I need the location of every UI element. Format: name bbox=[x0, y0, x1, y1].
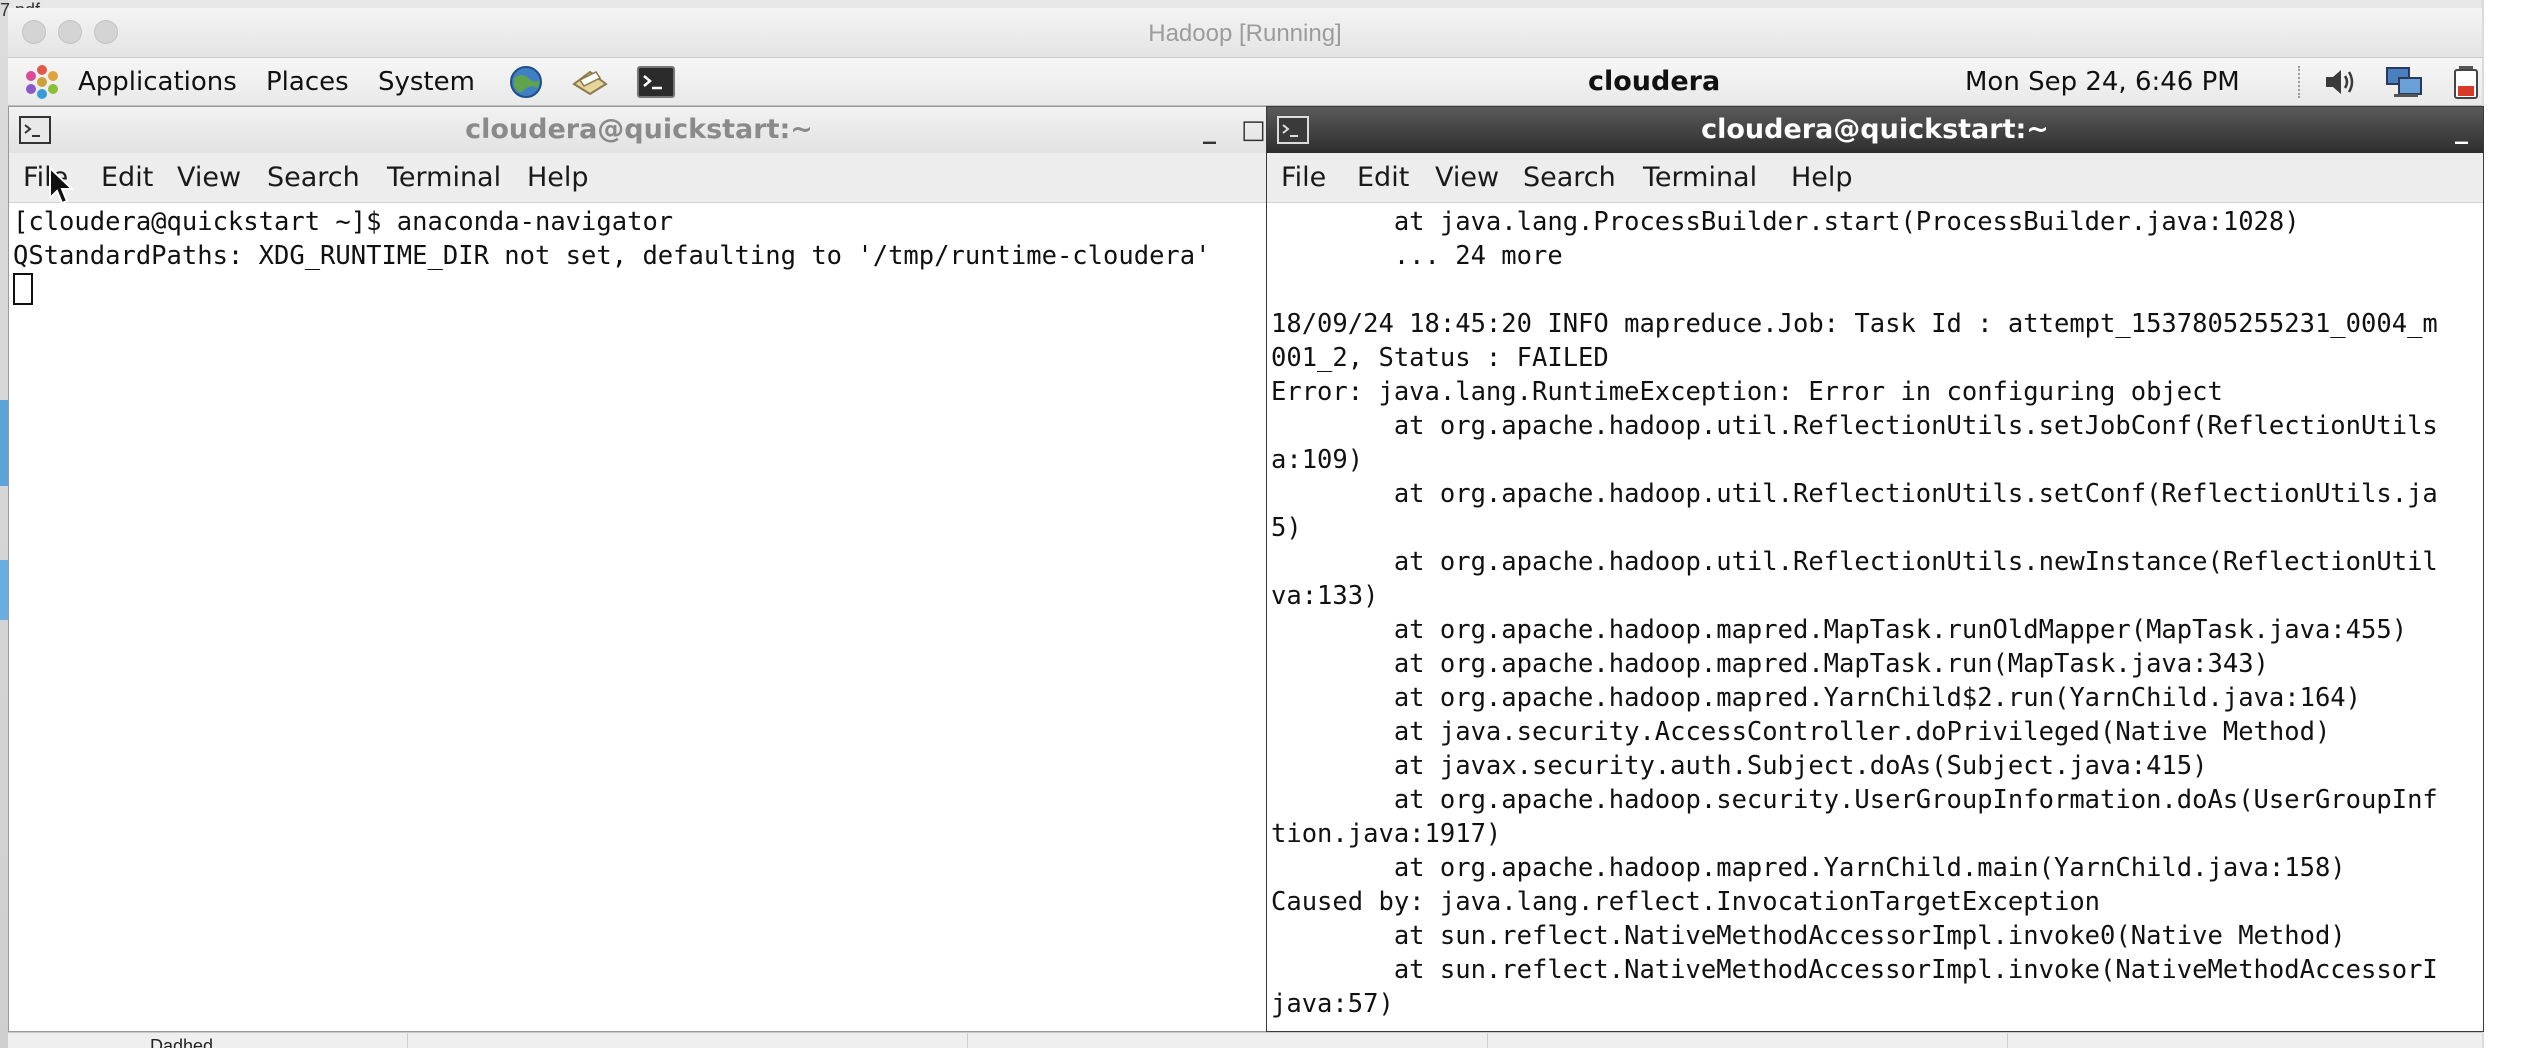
terminal-menubar: File Edit View Search Terminal Help bbox=[1267, 153, 2483, 203]
terminal-line: at javax.security.auth.Subject.doAs(Subj… bbox=[1271, 751, 2208, 781]
terminal-line: at java.security.AccessController.doPriv… bbox=[1271, 717, 2331, 747]
terminal-title: cloudera@quickstart:~ bbox=[465, 114, 813, 145]
panel-hostname: cloudera bbox=[1588, 66, 1721, 97]
host-desktop-edge bbox=[0, 0, 8, 1048]
terminal-line: at sun.reflect.NativeMethodAccessorImpl.… bbox=[1271, 955, 2438, 985]
terminal-line: tion.java:1917) bbox=[1271, 819, 1502, 849]
terminal-line: Error: java.lang.RuntimeException: Error… bbox=[1271, 377, 2223, 407]
host-bottom-label: Dadhed.. bbox=[150, 1036, 224, 1048]
terminal-line: java:57) bbox=[1271, 989, 1394, 1019]
terminal-line: QStandardPaths: XDG_RUNTIME_DIR not set,… bbox=[13, 241, 1211, 271]
panel-clock[interactable]: Mon Sep 24, 6:46 PM bbox=[1965, 58, 2240, 106]
terminal-line: at sun.reflect.NativeMethodAccessorImpl.… bbox=[1271, 921, 2346, 951]
terminal-titlebar[interactable]: cloudera@quickstart:~ _ □ bbox=[9, 107, 1269, 153]
terminal-menubar: File Edit View Search Terminal Help bbox=[9, 153, 1269, 203]
terminal-line: at org.apache.hadoop.security.UserGroupI… bbox=[1271, 785, 2438, 815]
volume-icon[interactable] bbox=[2320, 64, 2360, 100]
host-bottom-segment bbox=[408, 1033, 968, 1048]
terminal-output[interactable]: at java.lang.ProcessBuilder.start(Proces… bbox=[1267, 203, 2483, 1031]
terminal-line: 5) bbox=[1271, 513, 1302, 543]
panel-menu-applications[interactable]: Applications bbox=[78, 58, 237, 106]
terminal-line: ... 24 more bbox=[1271, 241, 1563, 271]
host-desktop-item bbox=[0, 560, 8, 620]
terminal-line: va:133) bbox=[1271, 581, 1379, 611]
network-icon[interactable] bbox=[2384, 64, 2424, 100]
host-desktop-background bbox=[2484, 0, 2534, 1048]
menu-search[interactable]: Search bbox=[267, 153, 360, 203]
menu-terminal[interactable]: Terminal bbox=[1643, 153, 1757, 203]
menu-file[interactable]: File bbox=[1281, 153, 1326, 203]
terminal-line: [cloudera@quickstart ~]$ anaconda-naviga… bbox=[13, 207, 674, 237]
terminal-titlebar[interactable]: cloudera@quickstart:~ _ bbox=[1267, 107, 2483, 153]
menu-terminal[interactable]: Terminal bbox=[387, 153, 501, 203]
web-browser-icon[interactable] bbox=[506, 64, 546, 100]
window-minimize-button[interactable]: _ bbox=[2455, 115, 2468, 145]
host-bottom-segment bbox=[1488, 1033, 2008, 1048]
terminal-line: at org.apache.hadoop.mapred.YarnChild$2.… bbox=[1271, 683, 2362, 713]
host-desktop-item bbox=[0, 400, 8, 486]
menu-view[interactable]: View bbox=[1435, 153, 1499, 203]
terminal-line: at org.apache.hadoop.util.ReflectionUtil… bbox=[1271, 547, 2438, 577]
menu-help[interactable]: Help bbox=[527, 153, 589, 203]
window-maximize-button[interactable]: □ bbox=[1241, 115, 1266, 145]
terminal-window-left[interactable]: cloudera@quickstart:~ _ □ File Edit View… bbox=[8, 106, 1270, 1032]
terminal-line: at org.apache.hadoop.mapred.YarnChild.ma… bbox=[1271, 853, 2346, 883]
terminal-window-right[interactable]: cloudera@quickstart:~ _ File Edit View S… bbox=[1266, 106, 2484, 1032]
mouse-pointer-icon bbox=[49, 166, 75, 205]
text-cursor bbox=[13, 273, 33, 305]
terminal-title: cloudera@quickstart:~ bbox=[1701, 114, 2049, 145]
terminal-output[interactable]: [cloudera@quickstart ~]$ anaconda-naviga… bbox=[9, 203, 1269, 1031]
terminal-line: at org.apache.hadoop.util.ReflectionUtil… bbox=[1271, 411, 2438, 441]
terminal-line: Caused by: java.lang.reflect.InvocationT… bbox=[1271, 887, 2101, 917]
host-bottom-segment bbox=[968, 1033, 1488, 1048]
gnome-top-panel: Applications Places System cloudera Mon … bbox=[8, 58, 2482, 106]
panel-menu-system[interactable]: System bbox=[378, 58, 475, 106]
terminal-line: at java.lang.ProcessBuilder.start(Proces… bbox=[1271, 207, 2300, 237]
apps-logo-icon[interactable] bbox=[22, 64, 62, 100]
terminal-line: 001_2, Status : FAILED bbox=[1271, 343, 1609, 373]
menu-search[interactable]: Search bbox=[1523, 153, 1616, 203]
menu-edit[interactable]: Edit bbox=[101, 153, 153, 203]
menu-view[interactable]: View bbox=[177, 153, 241, 203]
vm-window-title: Hadoop [Running] bbox=[1148, 20, 1342, 47]
host-window-bottom bbox=[8, 1032, 2482, 1048]
mail-icon[interactable] bbox=[570, 64, 610, 100]
terminal-line: a:109) bbox=[1271, 445, 1364, 475]
terminal-prompt-line[interactable] bbox=[13, 273, 1269, 308]
terminal-launcher-icon[interactable] bbox=[636, 64, 676, 100]
menu-edit[interactable]: Edit bbox=[1357, 153, 1409, 203]
terminal-line: at org.apache.hadoop.mapred.MapTask.run(… bbox=[1271, 649, 2269, 679]
vm-window-titlebar[interactable]: Hadoop [Running] bbox=[8, 8, 2482, 58]
panel-menu-places[interactable]: Places bbox=[266, 58, 349, 106]
host-desktop-strip bbox=[0, 0, 2534, 8]
menu-help[interactable]: Help bbox=[1791, 153, 1853, 203]
terminal-line: 18/09/24 18:45:20 INFO mapreduce.Job: Ta… bbox=[1271, 309, 2438, 339]
battery-icon[interactable] bbox=[2446, 64, 2486, 100]
terminal-line: at org.apache.hadoop.mapred.MapTask.runO… bbox=[1271, 615, 2408, 645]
terminal-line: at org.apache.hadoop.util.ReflectionUtil… bbox=[1271, 479, 2438, 509]
panel-separator bbox=[2298, 66, 2302, 98]
window-minimize-button[interactable]: _ bbox=[1203, 115, 1216, 145]
